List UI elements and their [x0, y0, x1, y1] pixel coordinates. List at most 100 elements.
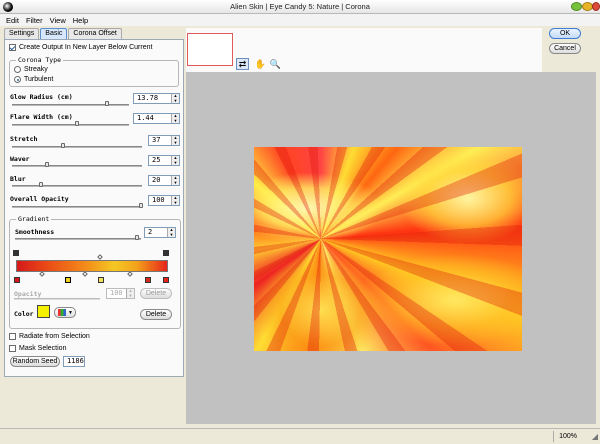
- ok-button[interactable]: OK: [549, 28, 581, 39]
- blur-stepper[interactable]: ▲ ▼: [171, 176, 179, 185]
- flare-width-thumb[interactable]: [75, 121, 79, 126]
- overall-opacity-stepper[interactable]: ▲ ▼: [171, 196, 179, 205]
- radio-streaky-label: Streaky: [24, 66, 48, 73]
- opacity-stop-left[interactable]: [13, 250, 19, 256]
- palette-icon: [58, 309, 66, 316]
- overall-opacity-field[interactable]: 100 ▲ ▼: [148, 195, 180, 206]
- waver-value[interactable]: 25: [149, 156, 171, 165]
- stretch-field[interactable]: 37 ▲ ▼: [148, 135, 180, 146]
- tab-settings[interactable]: Settings: [4, 28, 40, 39]
- mask-selection-row[interactable]: Mask Selection: [9, 345, 66, 352]
- corona-type-legend: Corona Type: [16, 56, 64, 64]
- gradient-bar[interactable]: [16, 260, 168, 272]
- stretch-stepper[interactable]: ▲ ▼: [171, 136, 179, 145]
- radiate-checkbox[interactable]: [9, 333, 16, 340]
- menu-view[interactable]: View: [50, 16, 66, 25]
- radio-streaky[interactable]: [14, 66, 21, 73]
- radio-turbulent[interactable]: [14, 76, 21, 83]
- blur-value[interactable]: 20: [149, 176, 171, 185]
- waver-label: Waver: [10, 155, 30, 163]
- basic-settings-panel: Create Output In New Layer Below Current…: [4, 39, 184, 377]
- stretch-thumb[interactable]: [61, 143, 65, 148]
- mask-selection-checkbox[interactable]: [9, 345, 16, 352]
- flare-width-value[interactable]: 1.44: [134, 114, 171, 123]
- window-title: Alien Skin | Eye Candy 5: Nature | Coron…: [230, 2, 370, 11]
- hand-tool-icon[interactable]: ✋: [254, 58, 267, 70]
- waver-stepper[interactable]: ▲ ▼: [171, 156, 179, 165]
- smoothness-thumb[interactable]: [135, 235, 139, 240]
- cancel-button[interactable]: Cancel: [549, 43, 581, 54]
- glow-radius-value[interactable]: 13.78: [134, 94, 171, 103]
- color-swatch[interactable]: [37, 305, 50, 318]
- overall-opacity-label: Overall Opacity: [10, 195, 69, 203]
- create-layer-label: Create Output In New Layer Below Current: [19, 44, 153, 51]
- blur-label: Blur: [10, 175, 26, 183]
- chevron-down-icon: ▼: [68, 309, 73, 316]
- delete-color-button[interactable]: Delete: [140, 309, 172, 320]
- random-seed-field[interactable]: 1186: [63, 356, 85, 367]
- smoothness-value[interactable]: 2: [145, 228, 167, 237]
- tab-corona-offset[interactable]: Corona Offset: [68, 28, 122, 39]
- stretch-value[interactable]: 37: [149, 136, 171, 145]
- color-stop-2-selected[interactable]: [65, 277, 71, 283]
- create-layer-row[interactable]: Create Output In New Layer Below Current: [9, 44, 152, 51]
- menu-help[interactable]: Help: [73, 16, 88, 25]
- corona-preview-image: [254, 147, 522, 351]
- menu-filter[interactable]: Filter: [26, 16, 43, 25]
- resize-grip-icon[interactable]: ◢: [592, 432, 598, 441]
- color-stop-4[interactable]: [145, 277, 151, 283]
- gradient-legend: Gradient: [16, 215, 52, 223]
- blur-thumb[interactable]: [39, 182, 43, 187]
- close-button[interactable]: [592, 2, 600, 11]
- blur-field[interactable]: 20 ▲ ▼: [148, 175, 180, 186]
- glow-radius-label: Glow Radius (cm): [10, 93, 73, 101]
- flare-width-field[interactable]: 1.44 ▲ ▼: [133, 113, 180, 124]
- smoothness-field[interactable]: 2 ▲ ▼: [144, 227, 176, 238]
- flare-width-stepper[interactable]: ▲ ▼: [171, 114, 179, 123]
- overall-opacity-thumb[interactable]: [139, 203, 143, 208]
- flare-width-slider[interactable]: [12, 124, 129, 126]
- waver-thumb[interactable]: [45, 162, 49, 167]
- opacity-slider[interactable]: [14, 298, 100, 300]
- random-seed-button[interactable]: Random Seed: [10, 356, 60, 367]
- radio-turbulent-row[interactable]: Turbulent: [14, 76, 53, 83]
- glow-radius-slider[interactable]: [12, 104, 129, 106]
- glow-radius-thumb[interactable]: [105, 101, 109, 106]
- opacity-stop-right[interactable]: [163, 250, 169, 256]
- zoom-level: 100%: [553, 431, 582, 442]
- overall-opacity-slider[interactable]: [12, 206, 142, 208]
- stretch-slider[interactable]: [12, 146, 142, 148]
- tab-basic[interactable]: Basic: [40, 28, 68, 39]
- radiate-row[interactable]: Radiate from Selection: [9, 333, 90, 340]
- opacity-stepper[interactable]: ▲ ▼: [126, 289, 134, 298]
- smoothness-stepper[interactable]: ▲ ▼: [167, 228, 175, 237]
- delete-opacity-button[interactable]: Delete: [140, 288, 172, 299]
- color-stop-5[interactable]: [163, 277, 169, 283]
- color-stop-1[interactable]: [14, 277, 20, 283]
- glow-radius-field[interactable]: 13.78 ▲ ▼: [133, 93, 180, 104]
- minimize-button[interactable]: [571, 2, 582, 11]
- color-palette-button[interactable]: ▼: [54, 307, 76, 318]
- zoom-tool-icon[interactable]: 🔍: [269, 58, 282, 70]
- waver-slider[interactable]: [12, 165, 142, 167]
- navigator-thumbnail[interactable]: [187, 33, 233, 66]
- stretch-label: Stretch: [10, 135, 38, 143]
- create-layer-checkbox[interactable]: [9, 44, 16, 51]
- glow-radius-stepper[interactable]: ▲ ▼: [171, 94, 179, 103]
- flare-width-label: Flare Width (cm): [10, 113, 73, 121]
- smoothness-slider[interactable]: [15, 238, 141, 240]
- random-seed-value[interactable]: 1186: [64, 357, 84, 366]
- waver-field[interactable]: 25 ▲ ▼: [148, 155, 180, 166]
- color-stop-3[interactable]: [98, 277, 104, 283]
- opacity-field[interactable]: 100 ▲ ▼: [106, 288, 135, 299]
- radio-streaky-row[interactable]: Streaky: [14, 66, 48, 73]
- menu-edit[interactable]: Edit: [6, 16, 19, 25]
- color-label: Color: [14, 310, 34, 318]
- corona-type-group: Corona Type Streaky Turbulent: [9, 56, 179, 87]
- preview-toggle-tool-icon[interactable]: ⇄: [236, 58, 249, 70]
- blur-slider[interactable]: [12, 185, 142, 187]
- overall-opacity-value[interactable]: 100: [149, 196, 171, 205]
- mask-selection-label: Mask Selection: [19, 345, 67, 352]
- opacity-value[interactable]: 100: [107, 289, 126, 298]
- status-bar: 100% ◢: [0, 428, 600, 444]
